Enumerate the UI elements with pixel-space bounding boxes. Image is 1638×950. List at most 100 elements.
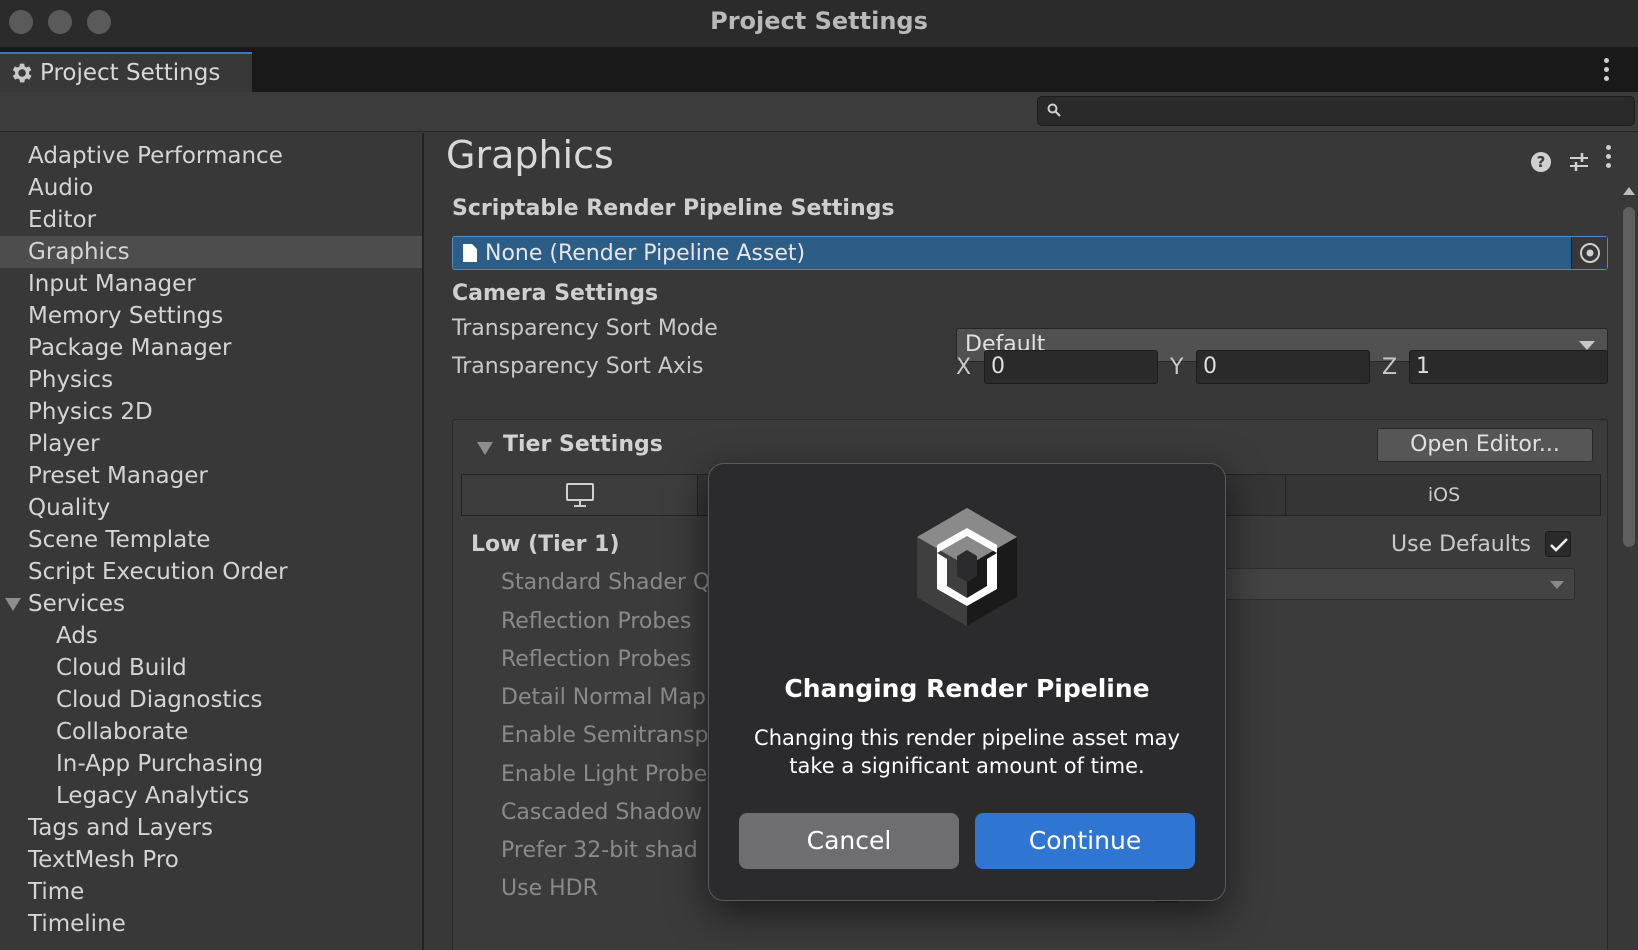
sidebar-item-label: Scene Template bbox=[28, 527, 211, 553]
sidebar-item-quality[interactable]: Quality bbox=[0, 492, 422, 524]
sidebar-item-label: Cloud Diagnostics bbox=[56, 687, 263, 713]
search-field[interactable] bbox=[1037, 96, 1635, 126]
title-bar: Project Settings bbox=[0, 0, 1638, 48]
tier-setting-label: Detail Normal Map bbox=[501, 685, 706, 710]
axis-y-field[interactable]: 0 bbox=[1196, 350, 1370, 384]
sidebar-item-physics-2d[interactable]: Physics 2D bbox=[0, 396, 422, 428]
sidebar-item-label: Quality bbox=[28, 495, 111, 521]
tier-setting-label: Enable Semitransp bbox=[501, 723, 709, 748]
sidebar-item-label: Input Manager bbox=[28, 271, 196, 297]
checkmark-icon bbox=[1550, 538, 1568, 552]
tier-setting-label: Reflection Probes bbox=[501, 609, 692, 634]
tier-setting-label: Enable Light Probe bbox=[501, 762, 708, 787]
sidebar-item-label: Memory Settings bbox=[28, 303, 224, 329]
sidebar-item-label: Editor bbox=[28, 207, 97, 233]
sidebar-item-cloud-diagnostics[interactable]: Cloud Diagnostics bbox=[0, 684, 422, 716]
help-icon[interactable]: ? bbox=[1530, 151, 1552, 173]
collapse-arrow-icon[interactable] bbox=[477, 442, 493, 455]
unity-logo-icon bbox=[917, 508, 1017, 626]
sidebar-item-label: Ads bbox=[56, 623, 98, 649]
sidebar-item-audio[interactable]: Audio bbox=[0, 172, 422, 204]
chevron-down-icon bbox=[1579, 341, 1595, 350]
search-input[interactable] bbox=[1068, 97, 1628, 125]
sidebar-item-time[interactable]: Time bbox=[0, 876, 422, 908]
tier-setting-label: Prefer 32-bit shad bbox=[501, 838, 698, 863]
render-pipeline-asset-field[interactable]: None (Render Pipeline Asset) bbox=[452, 236, 1608, 270]
sidebar-item-label: Adaptive Performance bbox=[28, 143, 283, 169]
sidebar-item-player[interactable]: Player bbox=[0, 428, 422, 460]
sidebar-item-label: Services bbox=[28, 591, 125, 617]
window-title: Project Settings bbox=[710, 7, 928, 35]
tab-ios[interactable]: iOS bbox=[1286, 475, 1602, 515]
target-icon bbox=[1580, 243, 1600, 263]
axis-z-label: Z bbox=[1382, 355, 1398, 380]
sidebar-item-legacy-analytics[interactable]: Legacy Analytics bbox=[0, 780, 422, 812]
continue-button[interactable]: Continue bbox=[975, 813, 1195, 869]
chevron-down-icon bbox=[1550, 581, 1564, 589]
sidebar-item-in-app-purchasing[interactable]: In-App Purchasing bbox=[0, 748, 422, 780]
axis-x-field[interactable]: 0 bbox=[984, 350, 1158, 384]
open-editor-button[interactable]: Open Editor... bbox=[1377, 428, 1593, 462]
monitor-icon bbox=[565, 483, 594, 507]
scrollbar-thumb[interactable] bbox=[1623, 207, 1635, 547]
sidebar-item-label: TextMesh Pro bbox=[28, 847, 179, 873]
sidebar-item-input-manager[interactable]: Input Manager bbox=[0, 268, 422, 300]
sidebar-item-timeline[interactable]: Timeline bbox=[0, 908, 422, 940]
window-menu-icon[interactable] bbox=[1604, 58, 1610, 85]
axis-y-label: Y bbox=[1170, 355, 1184, 380]
tab-bar: Project Settings bbox=[0, 48, 1638, 92]
camera-section-label: Camera Settings bbox=[452, 281, 659, 306]
sidebar-item-label: Audio bbox=[28, 175, 94, 201]
sidebar-item-editor[interactable]: Editor bbox=[0, 204, 422, 236]
sidebar-item-preset-manager[interactable]: Preset Manager bbox=[0, 460, 422, 492]
sidebar-item-label: Graphics bbox=[28, 239, 130, 265]
sidebar-item-services[interactable]: Services bbox=[0, 588, 422, 620]
sidebar-item-label: Package Manager bbox=[28, 335, 232, 361]
sidebar-item-scene-template[interactable]: Scene Template bbox=[0, 524, 422, 556]
sidebar-item-label: Script Execution Order bbox=[28, 559, 288, 585]
gear-icon bbox=[12, 63, 32, 83]
sidebar-item-label: In-App Purchasing bbox=[56, 751, 264, 777]
tier-settings-title: Tier Settings bbox=[503, 432, 663, 457]
tab-standalone[interactable] bbox=[462, 475, 698, 515]
settings-sidebar: Adaptive Performance Audio Editor Graphi… bbox=[0, 133, 424, 950]
sidebar-item-collaborate[interactable]: Collaborate bbox=[0, 716, 422, 748]
sidebar-item-package-manager[interactable]: Package Manager bbox=[0, 332, 422, 364]
tier-setting-label: Cascaded Shadow bbox=[501, 800, 703, 825]
preset-sliders-icon[interactable] bbox=[1568, 151, 1590, 173]
expand-arrow-icon[interactable] bbox=[5, 598, 21, 611]
sidebar-item-label: Preset Manager bbox=[28, 463, 208, 489]
sidebar-item-memory-settings[interactable]: Memory Settings bbox=[0, 300, 422, 332]
object-picker-button[interactable] bbox=[1571, 237, 1607, 269]
sidebar-item-tags-and-layers[interactable]: Tags and Layers bbox=[0, 812, 422, 844]
scroll-up-icon[interactable] bbox=[1623, 187, 1635, 195]
sidebar-item-script-execution-order[interactable]: Script Execution Order bbox=[0, 556, 422, 588]
sidebar-item-ads[interactable]: Ads bbox=[0, 620, 422, 652]
sidebar-item-label: Timeline bbox=[28, 911, 126, 937]
page-title: Graphics bbox=[446, 133, 614, 177]
sidebar-item-textmesh-pro[interactable]: TextMesh Pro bbox=[0, 844, 422, 876]
sidebar-item-physics[interactable]: Physics bbox=[0, 364, 422, 396]
dialog-message: Changing this render pipeline asset may … bbox=[754, 726, 1180, 778]
tier-setting-label: Reflection Probes bbox=[501, 647, 692, 672]
axis-z-field[interactable]: 1 bbox=[1409, 350, 1608, 384]
inspector-menu-icon[interactable] bbox=[1606, 145, 1612, 172]
sidebar-item-label: Physics bbox=[28, 367, 114, 393]
tab-project-settings[interactable]: Project Settings bbox=[0, 52, 252, 92]
sidebar-item-graphics[interactable]: Graphics bbox=[0, 236, 422, 268]
sidebar-item-label: Time bbox=[28, 879, 85, 905]
sidebar-item-label: Collaborate bbox=[56, 719, 189, 745]
changing-render-pipeline-dialog: Changing Render Pipeline Changing this r… bbox=[708, 463, 1226, 901]
sidebar-item-label: Cloud Build bbox=[56, 655, 187, 681]
use-defaults-checkbox[interactable] bbox=[1545, 531, 1571, 557]
sidebar-item-cloud-build[interactable]: Cloud Build bbox=[0, 652, 422, 684]
vertical-scrollbar[interactable] bbox=[1620, 183, 1638, 950]
tier-setting-label: Standard Shader Q bbox=[501, 570, 711, 595]
transparency-sort-mode-label: Transparency Sort Mode bbox=[452, 316, 718, 341]
cancel-button[interactable]: Cancel bbox=[739, 813, 959, 869]
dialog-title: Changing Render Pipeline bbox=[784, 674, 1150, 703]
sidebar-item-label: Legacy Analytics bbox=[56, 783, 250, 809]
sidebar-item-adaptive-performance[interactable]: Adaptive Performance bbox=[0, 140, 422, 172]
render-pipeline-asset-value: None (Render Pipeline Asset) bbox=[485, 240, 806, 266]
axis-x-label: X bbox=[956, 355, 972, 380]
